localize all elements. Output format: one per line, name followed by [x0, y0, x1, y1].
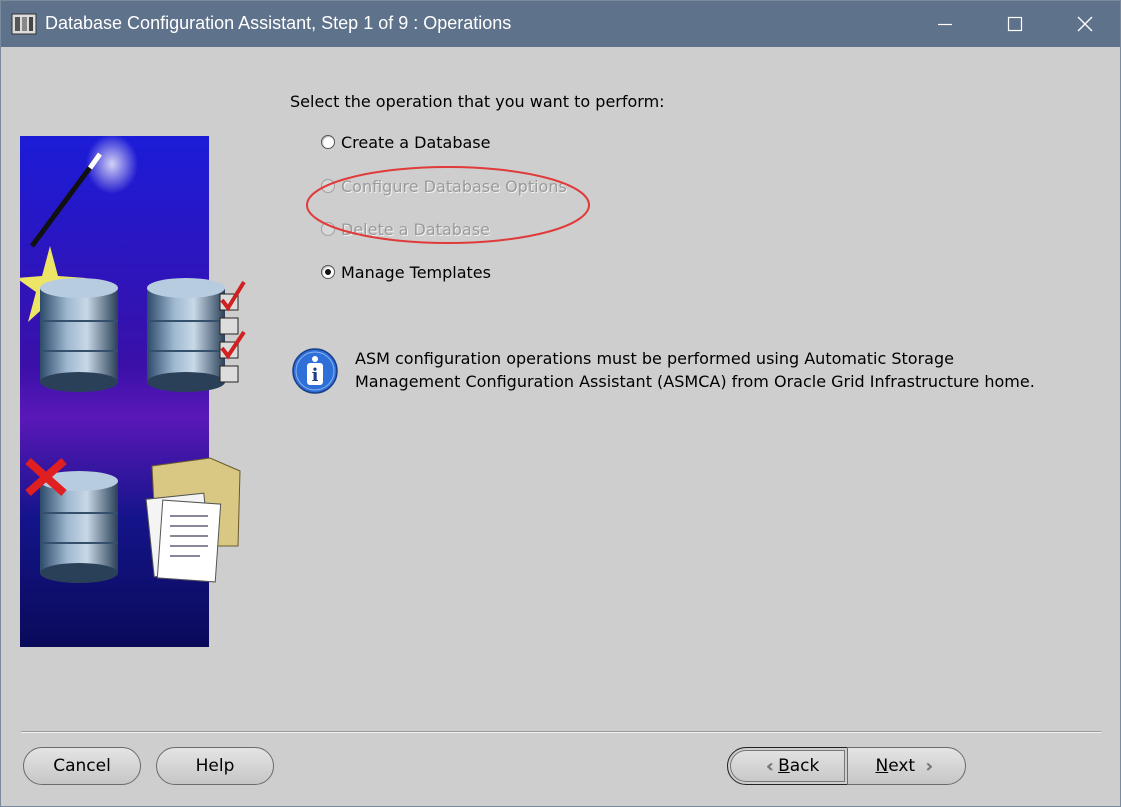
info-icon: i	[292, 348, 338, 394]
close-icon	[1077, 16, 1093, 32]
radio-label: Create a Database	[341, 132, 491, 152]
next-button[interactable]: Next ››	[847, 747, 966, 785]
cancel-label: Cancel	[53, 756, 111, 776]
app-icon	[11, 13, 37, 35]
radio-button[interactable]	[321, 265, 335, 279]
next-label: Next	[875, 756, 916, 776]
info-line-2: Management Configuration Assistant (ASMC…	[355, 372, 1035, 391]
wizard-content: Select the operation that you want to pe…	[1, 47, 1120, 806]
asm-info-message: ASM configuration operations must be per…	[355, 347, 1095, 393]
radio-create-database[interactable]: Create a Database	[321, 131, 490, 153]
close-button[interactable]	[1050, 1, 1120, 47]
back-button[interactable]: ‹‹ Back	[727, 747, 848, 785]
help-button[interactable]: Help	[156, 747, 274, 785]
chevron-right-icon: ››	[925, 755, 935, 777]
dbca-window: Database Configuration Assistant, Step 1…	[0, 0, 1121, 807]
annotation-ellipse	[306, 166, 590, 244]
radio-manage-templates[interactable]: Manage Templates	[321, 261, 491, 283]
radio-label: Manage Templates	[341, 262, 491, 282]
help-label: Help	[195, 756, 235, 776]
cancel-button[interactable]: Cancel	[23, 747, 141, 785]
maximize-icon	[1007, 16, 1023, 32]
minimize-button[interactable]	[910, 1, 980, 47]
footer-separator	[21, 731, 1101, 733]
minimize-icon	[938, 23, 952, 26]
maximize-button[interactable]	[980, 1, 1050, 47]
operation-prompt: Select the operation that you want to pe…	[290, 92, 665, 111]
window-title: Database Configuration Assistant, Step 1…	[45, 13, 512, 33]
info-line-1: ASM configuration operations must be per…	[355, 349, 954, 368]
wizard-banner-image	[20, 136, 246, 647]
svg-text:i: i	[312, 365, 319, 386]
chevron-left-icon: ‹‹	[765, 755, 776, 777]
title-bar[interactable]: Database Configuration Assistant, Step 1…	[1, 1, 1120, 47]
back-label: Back	[778, 756, 820, 776]
radio-button[interactable]	[321, 135, 335, 149]
